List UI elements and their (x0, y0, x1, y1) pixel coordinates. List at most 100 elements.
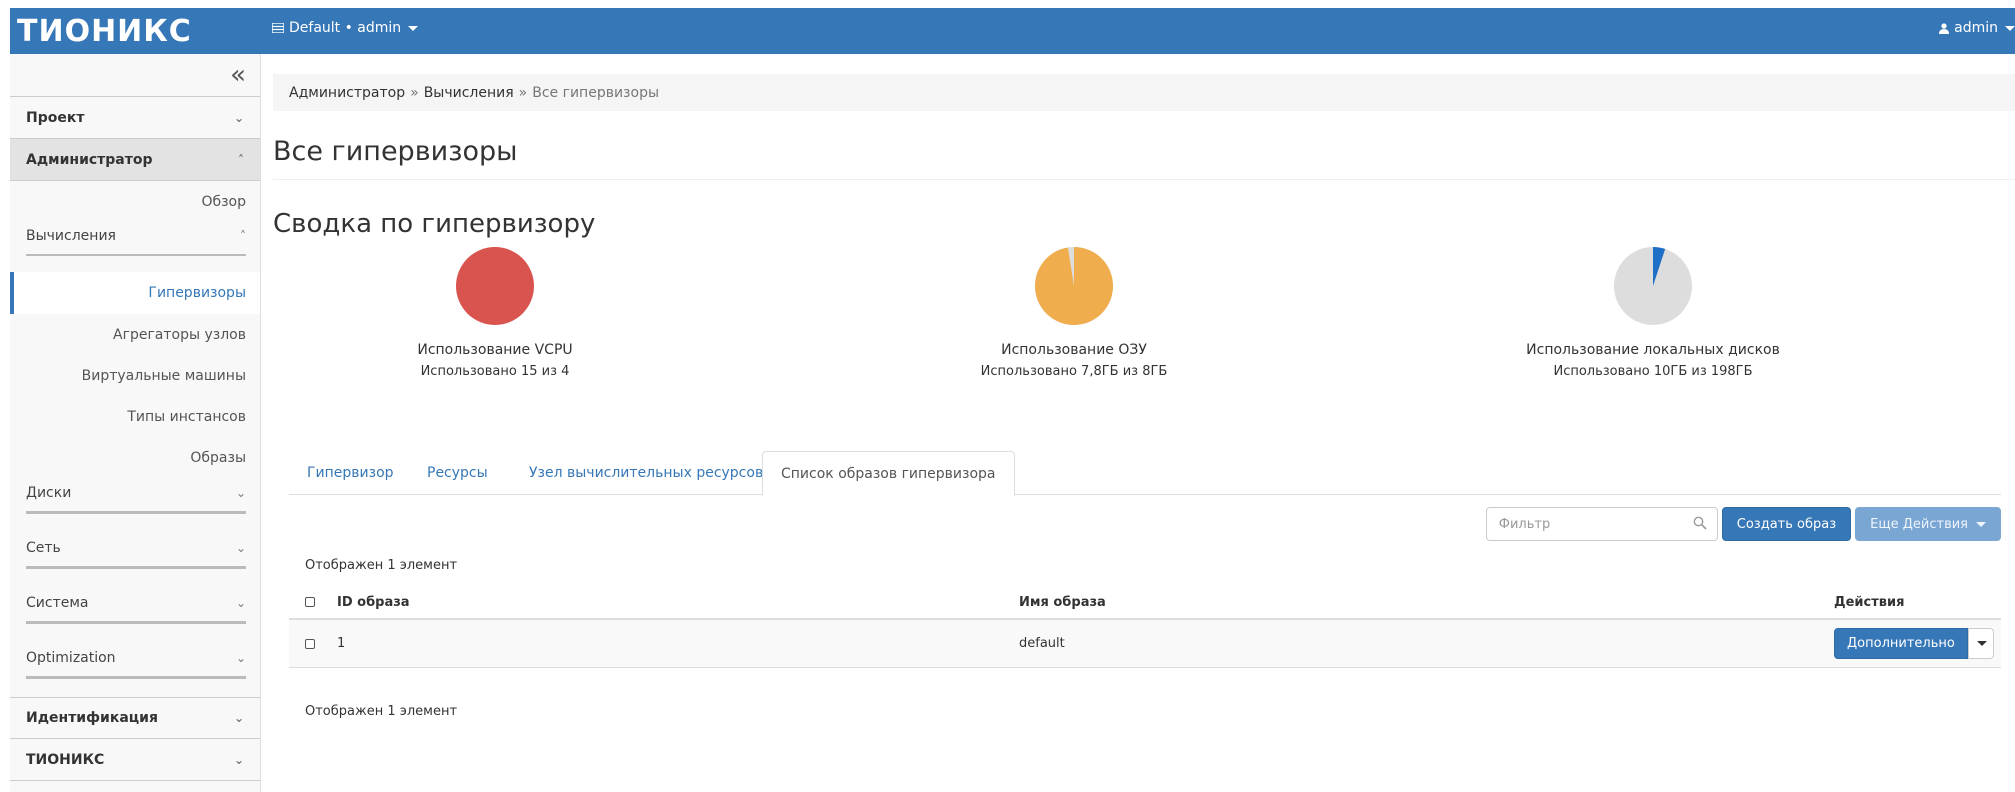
sidebar-item-label: Гипервизоры (148, 285, 246, 301)
user-menu-label: admin (1954, 20, 1998, 36)
column-header-actions: Действия (1834, 594, 1905, 610)
sidebar-item-hypervisors[interactable]: Гипервизоры (10, 272, 260, 314)
app-frame: ТИОНИКС Default • admin admin « Проект ⌄… (10, 8, 2015, 792)
chevron-down-icon (1976, 521, 1986, 527)
chevron-down-icon (1976, 641, 1987, 646)
sidebar-group-system[interactable]: Система ⌄ (10, 579, 260, 634)
sidebar-group-label: Система (26, 595, 89, 611)
pie-chart-ram: Использование ОЗУ Использовано 7,8ГБ из … (894, 246, 1254, 379)
tab-compute-node[interactable]: Узел вычислительных ресурсов (511, 451, 781, 495)
pie-chart-vcpu: Использование VCPU Использовано 15 из 4 (315, 246, 675, 379)
sidebar-item-label: Виртуальные машины (81, 367, 246, 384)
collapse-sidebar-icon[interactable]: « (230, 60, 246, 90)
pie-chart-label: Использование ОЗУ (1001, 342, 1147, 358)
breadcrumb-current: Все гипервизоры (532, 84, 660, 101)
chevron-down-icon: ⌄ (235, 596, 246, 610)
items-count-bottom: Отображен 1 элемент (305, 704, 458, 719)
sidebar-group-compute[interactable]: Вычисления ˄ (10, 222, 260, 266)
images-table: ID образа Имя образа Действия 1 default … (289, 586, 2001, 668)
project-selector-label: Default • admin (289, 20, 402, 36)
sidebar-item-label: Агрегаторы узлов (113, 326, 246, 343)
sidebar-group-optimization[interactable]: Optimization ⌄ (10, 634, 260, 689)
sidebar-group-network[interactable]: Сеть ⌄ (10, 524, 260, 579)
row-action-group: Дополнительно (1834, 628, 2001, 659)
breadcrumb-separator-icon: » (410, 84, 419, 101)
list-icon (272, 23, 284, 33)
pie-chart-graphic (1035, 247, 1113, 325)
tab-image-list[interactable]: Список образов гипервизора (762, 451, 1015, 496)
more-actions-button[interactable]: Еще Действия (1855, 507, 2001, 541)
sidebar-section-admin[interactable]: Администратор ˄ (10, 139, 260, 181)
cell-image-name: default (1019, 636, 1065, 651)
pie-chart-usage: Использовано 15 из 4 (420, 364, 570, 379)
project-selector[interactable]: Default • admin (272, 20, 419, 36)
chevron-up-icon: ˄ (240, 229, 246, 243)
chevron-down-icon: ⌄ (233, 110, 244, 125)
tab-bar: Гипервизор Ресурсы Узел вычислительных р… (289, 451, 2001, 496)
brand-logo[interactable]: ТИОНИКС (17, 14, 192, 49)
table-toolbar: Создать образ Еще Действия (1485, 506, 2001, 542)
sidebar-item-images[interactable]: Образы (10, 437, 260, 478)
sidebar-section-label: ТИОНИКС (26, 751, 105, 768)
row-checkbox[interactable] (305, 638, 315, 649)
items-count: Отображен 1 элемент (305, 558, 458, 573)
user-icon (1939, 22, 1950, 34)
chevron-down-icon (2005, 25, 2015, 31)
sidebar-item-aggregates[interactable]: Агрегаторы узлов (10, 314, 260, 355)
sidebar-group-volumes[interactable]: Диски ⌄ (10, 478, 260, 524)
cell-actions: Дополнительно (1834, 628, 2001, 659)
pie-chart-label: Использование локальных дисков (1526, 342, 1780, 358)
chevron-down-icon: ⌄ (235, 651, 246, 665)
pie-chart-label: Использование VCPU (417, 342, 573, 358)
sidebar-group-label: Вычисления (26, 228, 116, 244)
sidebar-section-identity[interactable]: Идентификация ⌄ (10, 697, 260, 739)
divider (273, 179, 2015, 180)
sidebar-collapse-row: « (10, 54, 260, 97)
user-menu[interactable]: admin (1939, 20, 2015, 36)
chevron-down-icon (408, 25, 419, 31)
summary-title: Сводка по гипервизору (273, 209, 596, 239)
table-row: 1 default Дополнительно (289, 620, 2001, 668)
filter-field (1485, 507, 1718, 541)
chevron-down-icon: ⌄ (233, 752, 244, 767)
breadcrumb-item[interactable]: Администратор (289, 85, 405, 101)
breadcrumb-item[interactable]: Вычисления (424, 85, 514, 101)
pie-chart-graphic (1614, 247, 1692, 325)
pie-chart-usage: Использовано 10ГБ из 198ГБ (1553, 364, 1753, 379)
sidebar: « Проект ⌄ Администратор ˄ Обзор Вычисле… (10, 54, 261, 792)
row-more-button[interactable]: Дополнительно (1834, 628, 1968, 659)
row-dropdown-toggle[interactable] (1967, 628, 1994, 659)
breadcrumb: Администратор » Вычисления » Все гиперви… (273, 74, 2015, 111)
pie-slice-used (1035, 247, 1113, 325)
column-header-id[interactable]: ID образа (337, 595, 1019, 610)
cell-image-id: 1 (337, 636, 346, 651)
page-title: Все гипервизоры (273, 136, 518, 167)
sidebar-item-overview[interactable]: Обзор (10, 181, 260, 222)
filter-input[interactable] (1486, 508, 1677, 540)
pie-chart-graphic (456, 247, 534, 325)
more-actions-label: Еще Действия (1870, 516, 1968, 532)
sidebar-section-tionix[interactable]: ТИОНИКС ⌄ (10, 739, 260, 781)
sidebar-group-label: Сеть (26, 540, 61, 556)
sidebar-group-label: Optimization (26, 650, 116, 666)
main-content: Администратор » Вычисления » Все гиперви… (273, 54, 2015, 792)
chevron-down-icon: ⌄ (233, 711, 244, 725)
breadcrumb-separator-icon: » (518, 84, 528, 101)
select-all-checkbox[interactable] (305, 597, 315, 607)
sidebar-item-flavors[interactable]: Типы инстансов (10, 396, 260, 437)
column-header-name[interactable]: Имя образа (1019, 595, 1834, 610)
sidebar-group-label: Диски (26, 485, 72, 501)
tab-resources[interactable]: Ресурсы (409, 451, 506, 495)
tab-hypervisor[interactable]: Гипервизор (289, 451, 412, 495)
pie-slice-used (456, 247, 534, 325)
sidebar-item-label: Образы (190, 449, 246, 466)
top-navbar: ТИОНИКС Default • admin admin (10, 8, 2015, 54)
pie-chart-usage: Использовано 7,8ГБ из 8ГБ (980, 364, 1168, 379)
table-header: ID образа Имя образа Действия (289, 586, 2001, 620)
chevron-down-icon: ⌄ (235, 486, 246, 500)
chevron-up-icon: ˄ (238, 152, 244, 167)
search-icon[interactable] (1693, 516, 1707, 530)
create-image-button[interactable]: Создать образ (1721, 507, 1852, 541)
sidebar-item-instances[interactable]: Виртуальные машины (10, 355, 260, 396)
sidebar-section-project[interactable]: Проект ⌄ (10, 97, 260, 139)
